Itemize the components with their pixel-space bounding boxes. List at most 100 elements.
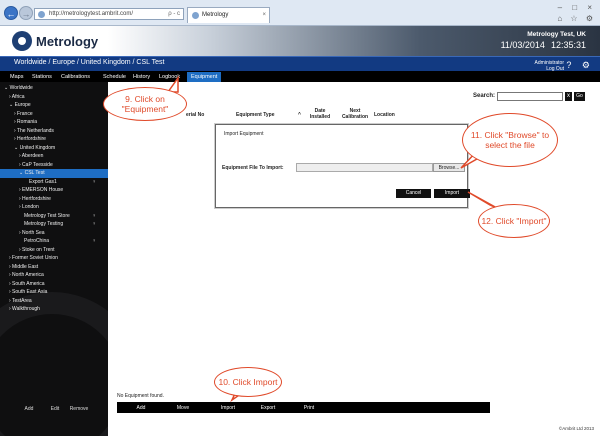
tree-item-label: › Walkthrough	[9, 306, 40, 312]
menu-maps[interactable]: Maps	[10, 72, 23, 82]
tree-item[interactable]: › Africa	[0, 93, 108, 102]
browser-toolbar-icons[interactable]: ⌂ ☆ ⚙	[557, 14, 596, 23]
tree-item-label: Metrology Test Store	[24, 212, 70, 219]
print-button[interactable]: Print	[289, 403, 329, 413]
menu-schedule[interactable]: Schedule	[103, 72, 126, 82]
tree-item[interactable]: ⌄ Worldwide	[0, 84, 108, 93]
tree-item[interactable]: › London	[0, 203, 108, 212]
tree-item-label: › France	[14, 110, 33, 117]
tree-item[interactable]: › Walkthrough	[0, 305, 108, 314]
tree-item-label: PetroChina	[24, 238, 50, 244]
address-tools-icon[interactable]: ρ - c	[168, 9, 180, 19]
tree-item[interactable]: › TestArea	[0, 297, 108, 306]
tree-item[interactable]: › Hertfordshire	[0, 195, 108, 204]
time-text: 12:35:31	[550, 40, 586, 50]
tree-item-label: › Africa	[9, 93, 25, 100]
dialog-title: Import Equipment	[224, 131, 264, 137]
window-controls[interactable]: – □ ×	[558, 3, 596, 12]
tree-item[interactable]: › EMERSON House	[0, 186, 108, 195]
tree-item-label: › London	[19, 204, 39, 210]
tree-item[interactable]: Metrology Test Store ♆	[0, 212, 108, 221]
browse-button[interactable]: Browse...	[433, 163, 465, 172]
col-location[interactable]: Location	[374, 112, 395, 118]
menu-equipment[interactable]: Equipment	[187, 72, 222, 82]
search-input[interactable]	[497, 92, 563, 101]
tree-item[interactable]: › Former Soviet Union	[0, 254, 108, 263]
add-equipment-button[interactable]: Add	[121, 403, 161, 413]
tree-item[interactable]: ⌄ CSL Test	[0, 169, 108, 178]
menu-history[interactable]: History	[133, 72, 150, 82]
sidebar-add-button[interactable]: Add	[18, 406, 40, 412]
tree-item-label: ⌄ Europe	[9, 102, 31, 108]
close-tab-icon[interactable]: ×	[262, 8, 266, 22]
tree-item[interactable]: ⌄ United Kingdom	[0, 144, 108, 153]
col-equipment-type[interactable]: Equipment Type	[236, 112, 275, 118]
browser-chrome: ← → http://metrologytest.ambrit.com/ ρ -…	[0, 0, 600, 26]
forward-button[interactable]: →	[19, 6, 33, 20]
tree-item[interactable]: › CaP Teesside	[0, 161, 108, 170]
tree-item[interactable]: ⌄ Europe	[0, 101, 108, 110]
tree-item-label: › Former Soviet Union	[9, 255, 58, 261]
col-next-calibration[interactable]: Next Calibration	[339, 108, 371, 120]
tree-item[interactable]: › North America	[0, 271, 108, 280]
help-settings-icons[interactable]: ? ⚙	[566, 60, 594, 71]
back-button[interactable]: ←	[4, 6, 18, 20]
tree-item[interactable]: PetroChina ♆	[0, 237, 108, 246]
file-to-import-field[interactable]	[296, 163, 433, 172]
tree-item[interactable]: › Romania	[0, 118, 108, 127]
tree-item-label: ⌄ Worldwide	[4, 85, 33, 91]
cancel-button[interactable]: Cancel	[396, 189, 431, 198]
tree-item[interactable]: › North Sea	[0, 229, 108, 238]
tree-item-label: › Hertfordshire	[19, 195, 51, 202]
browser-tab[interactable]: Metrology ×	[187, 7, 270, 23]
tree-item-label: › EMERSON House	[19, 187, 64, 193]
callout-click-equipment: 9. Click on "Equipment"	[103, 87, 187, 121]
search-go-button[interactable]: Go	[574, 92, 585, 101]
tree-item-label: › North Sea	[19, 229, 45, 236]
move-equipment-button[interactable]: Move	[163, 403, 203, 413]
tree-item[interactable]: › Stoke on Trent	[0, 246, 108, 255]
tree-item[interactable]: Export Gas1 ♆	[0, 178, 108, 187]
tree-item-label: › South East Asia	[9, 289, 48, 295]
callout-click-import: 10. Click Import	[214, 367, 282, 397]
export-equipment-button[interactable]: Export	[248, 403, 288, 413]
tab-title: Metrology	[202, 12, 229, 18]
tab-favicon-icon	[192, 12, 199, 19]
search-clear-button[interactable]: x	[565, 92, 572, 101]
tree-item-label: › North America	[9, 272, 44, 278]
meter-icon: ♆	[92, 178, 96, 185]
file-to-import-label: Equipment File To Import:	[222, 165, 284, 171]
tree-item[interactable]: › Middle East	[0, 263, 108, 272]
address-bar[interactable]: http://metrologytest.ambrit.com/ ρ - c	[34, 8, 184, 20]
col-date-installed[interactable]: Date Installed	[306, 108, 334, 120]
import-confirm-button[interactable]: Import	[434, 189, 470, 198]
col-serial-no[interactable]: erial No	[186, 112, 204, 118]
tree-item-label: Export Gas1	[29, 178, 57, 185]
app-logo-text: Metrology	[36, 34, 99, 49]
tree-item-label: ⌄ CSL Test	[19, 170, 45, 176]
tree-item-label: › Romania	[14, 119, 38, 125]
tree-item-label: Metrology Testing	[24, 221, 64, 227]
tree-item[interactable]: › The Netherlands	[0, 127, 108, 136]
tree-item-label: › TestArea	[9, 297, 32, 304]
tree-item[interactable]: › Aberdeen	[0, 152, 108, 161]
site-icon	[38, 11, 45, 18]
tree-item-label: › Hertfordshire	[14, 136, 46, 142]
tree-item[interactable]: › Hertfordshire	[0, 135, 108, 144]
location-tree: ⌄ Worldwide › Africa ⌄ Europe › France › Rom…	[0, 82, 108, 314]
tree-item[interactable]: › France	[0, 110, 108, 119]
tree-item-label: › Middle East	[9, 263, 39, 270]
sidebar-remove-button[interactable]: Remove	[68, 406, 90, 412]
sidebar-edit-button[interactable]: Edit	[44, 406, 66, 412]
tree-item[interactable]: Metrology Testing ♆	[0, 220, 108, 229]
menu-stations[interactable]: Stations	[32, 72, 52, 82]
sort-ascending-icon[interactable]: ^	[298, 112, 301, 118]
meter-icon: ♆	[92, 238, 96, 244]
tree-item-label: › South America	[9, 280, 45, 287]
import-equipment-button[interactable]: Import	[208, 403, 248, 413]
menu-calibrations[interactable]: Calibrations	[61, 72, 90, 82]
tree-item[interactable]: › South East Asia	[0, 288, 108, 297]
meter-icon: ♆	[92, 221, 96, 227]
tree-item[interactable]: › South America	[0, 280, 108, 289]
menu-logbook[interactable]: Logbook	[159, 72, 180, 82]
